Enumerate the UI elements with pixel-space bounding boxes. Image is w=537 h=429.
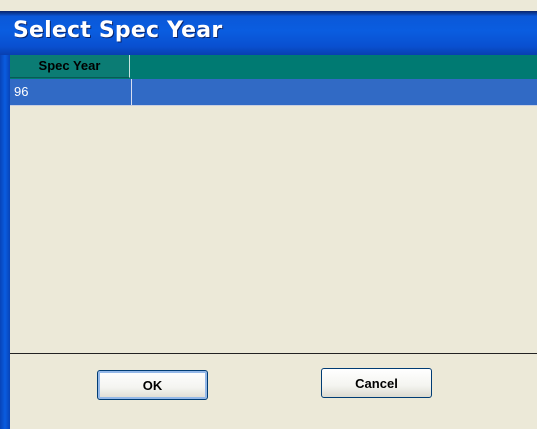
dialog-content: Spec Year 96 OK Cancel [10,55,537,429]
spec-year-cell[interactable]: 96 [10,79,132,105]
dialog-window: Select Spec Year Spec Year 96 OK Cancel [0,0,537,429]
title-bar[interactable]: Select Spec Year [0,11,537,55]
window-left-border [0,55,10,429]
grid-header-row: Spec Year [10,55,537,79]
spec-year-grid[interactable]: Spec Year 96 [10,55,537,354]
column-header-spec-year[interactable]: Spec Year [10,55,130,78]
ok-button[interactable]: OK [97,370,208,400]
cancel-button[interactable]: Cancel [321,368,432,398]
table-row[interactable]: 96 [10,79,537,106]
dialog-title: Select Spec Year [13,18,223,43]
